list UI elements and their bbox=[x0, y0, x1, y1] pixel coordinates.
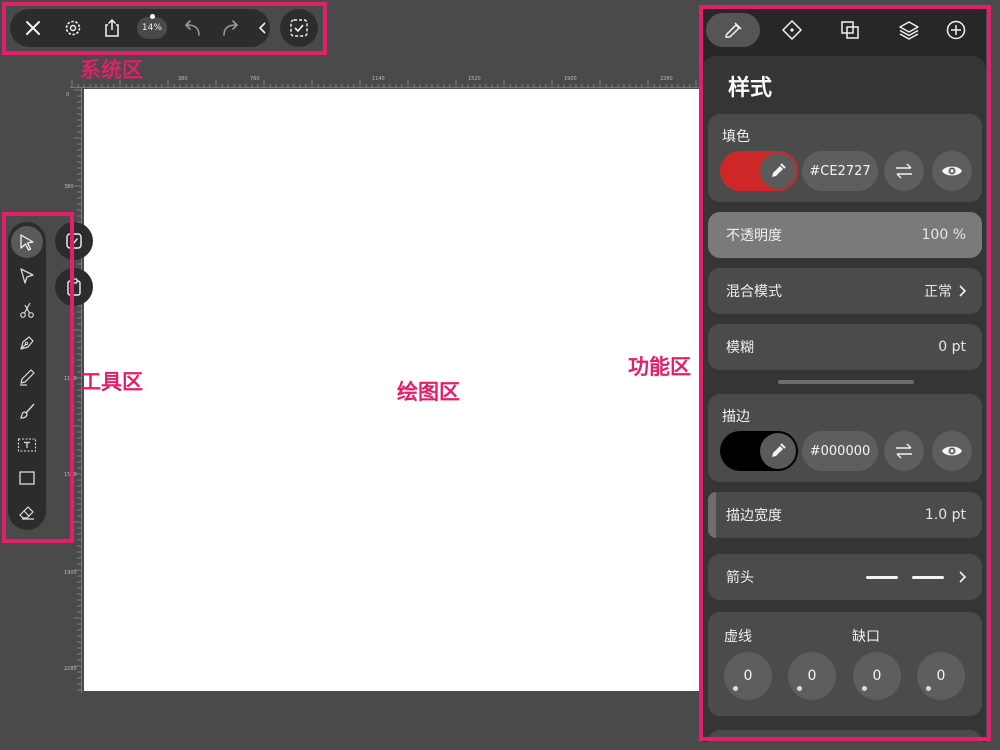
system-area-highlight bbox=[2, 2, 327, 55]
drawing-canvas[interactable] bbox=[84, 89, 700, 691]
drawing-area-label: 绘图区 bbox=[397, 380, 460, 404]
tool-area-highlight bbox=[2, 212, 74, 543]
left-ruler-tick-label: 1900 bbox=[64, 570, 77, 576]
top-ruler-tick-label: 1900 bbox=[564, 76, 577, 82]
top-ruler-tick-label: 380 bbox=[178, 76, 188, 82]
top-ruler: 380 760 1140 1520 1900 2280 bbox=[70, 76, 700, 88]
function-area-label: 功能区 bbox=[628, 355, 691, 379]
left-ruler-tick-label: 2280 bbox=[64, 666, 77, 672]
left-ruler-tick-label: 380 bbox=[64, 184, 74, 190]
function-area-highlight bbox=[699, 5, 991, 741]
top-ruler-tick-label: 760 bbox=[250, 76, 260, 82]
top-ruler-tick-label: 2280 bbox=[660, 76, 673, 82]
left-ruler-tick-label: 0 bbox=[66, 92, 69, 98]
top-ruler-tick-label: 1140 bbox=[372, 76, 385, 82]
tool-area-label: 工具区 bbox=[80, 370, 143, 394]
top-ruler-tick-label: 1520 bbox=[468, 76, 481, 82]
